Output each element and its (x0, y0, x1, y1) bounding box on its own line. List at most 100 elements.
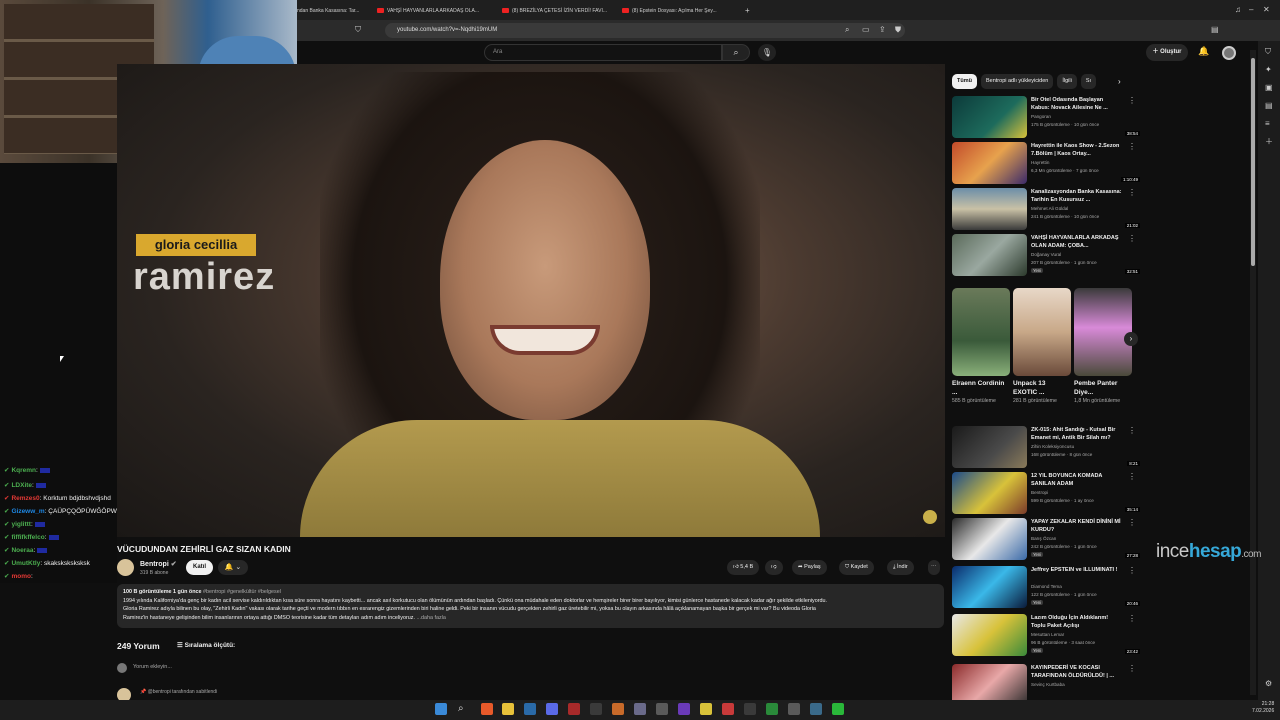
video-thumbnail[interactable] (952, 96, 1027, 138)
app-icon[interactable] (766, 703, 778, 715)
wallet-icon[interactable]: ▣ (1265, 83, 1273, 93)
show-more-link[interactable]: ...daha fazla (416, 615, 445, 621)
minimize-icon[interactable]: – (1249, 5, 1253, 15)
recommended-title[interactable]: YAPAY ZEKALAR KENDİ DİNİNİ Mİ KURDU? (1031, 518, 1123, 534)
video-thumbnail[interactable] (952, 188, 1027, 230)
start-menu-icon[interactable] (435, 703, 447, 715)
browser-tab-active[interactable]: (8) Epstein Dosyası: Açılma Her Şey... (622, 3, 742, 18)
channel-watermark-icon[interactable] (923, 510, 937, 524)
music-icon[interactable]: ♫ (1235, 5, 1241, 15)
video-description[interactable]: 100 B görüntüleme 1 gün önce #bentropi #… (117, 584, 944, 628)
more-actions-button[interactable]: ⋯ (928, 560, 940, 575)
system-clock[interactable]: 21:28 7.02.2026 (1252, 701, 1274, 715)
recommended-video[interactable]: 32:51 VAHŞİ HAYVANLARLA ARKADAŞ OLAN ADAM… (952, 234, 1142, 276)
more-options-icon[interactable]: ⋮ (1128, 566, 1136, 575)
sort-comments-button[interactable]: ☰ Sıralama ölçütü: (177, 641, 235, 649)
recommended-video[interactable]: 1:10:49 Hayrettin ile Kaos Show - 2.Sezon… (952, 142, 1142, 184)
recommended-channel[interactable]: Zihin Koleksiyoncusu (1031, 444, 1074, 449)
more-options-icon[interactable]: ⋮ (1128, 664, 1136, 673)
obs-icon[interactable] (634, 703, 646, 715)
shorts-next-chevron-icon[interactable]: › (1124, 332, 1138, 346)
recommended-channel[interactable]: Diamond Tema (1031, 584, 1062, 589)
account-avatar[interactable] (1222, 46, 1236, 60)
notifications-bell-icon[interactable]: 🔔 (1198, 46, 1209, 57)
discord-icon[interactable] (546, 703, 558, 715)
video-thumbnail[interactable] (952, 234, 1027, 276)
recommended-channel[interactable]: Mesuttan Lemar (1031, 632, 1064, 637)
app-icon[interactable] (700, 703, 712, 715)
video-thumbnail[interactable] (952, 614, 1027, 656)
short-video[interactable]: Elraenn Cordinin ... 585 B görüntüleme (952, 288, 1010, 405)
search-button[interactable]: ⌕ (722, 44, 750, 61)
video-thumbnail[interactable] (952, 142, 1027, 184)
short-thumbnail[interactable] (952, 288, 1010, 376)
video-thumbnail[interactable] (952, 472, 1027, 514)
like-button[interactable]: 👍︎ 5,4 B (727, 560, 760, 575)
channel-avatar[interactable] (117, 559, 134, 576)
screen-icon[interactable]: ▭ (862, 25, 870, 35)
recommended-channel[interactable]: Bentropi (1031, 490, 1048, 495)
app-icon[interactable] (744, 703, 756, 715)
dislike-button[interactable]: 👎︎ (765, 560, 783, 575)
recommended-video[interactable]: 21:02 Kanalizasyondan Banka Kasasına: Tar… (952, 188, 1142, 230)
more-options-icon[interactable]: ⋮ (1128, 188, 1136, 197)
save-button[interactable]: ⛉ Kaydet (839, 560, 874, 575)
short-video[interactable]: Pembe Panter Diye... 1,8 Mn görüntüleme (1074, 288, 1132, 405)
history-icon[interactable]: ▤ (1265, 101, 1273, 111)
more-options-icon[interactable]: ⋮ (1128, 142, 1136, 151)
brave-browser-icon[interactable] (481, 703, 493, 715)
video-thumbnail[interactable] (952, 426, 1027, 468)
search-input[interactable]: Ara (484, 44, 722, 61)
short-video[interactable]: Unpack 13 EXOTIC ... 281 B görüntüleme (1013, 288, 1071, 405)
more-options-icon[interactable]: ⋮ (1128, 96, 1136, 105)
browser-tab[interactable]: VAHŞİ HAYVANLARLA ARKADAŞ OLA... (377, 3, 507, 18)
steam-icon[interactable] (524, 703, 536, 715)
share-button[interactable]: ➦ Paylaş (792, 560, 827, 575)
recommended-channel[interactable]: Sevinç Kurtbaba (1031, 682, 1065, 687)
recommended-channel[interactable]: Mehmet Ali Güldal (1031, 206, 1068, 211)
file-explorer-icon[interactable] (502, 703, 514, 715)
subscribe-bell-button[interactable]: 🔔 ⌄ (218, 560, 248, 575)
more-options-icon[interactable]: ⋮ (1128, 426, 1136, 435)
short-thumbnail[interactable] (1074, 288, 1132, 376)
extension-icon[interactable]: ✦ (1265, 65, 1272, 75)
search-taskbar-icon[interactable]: ⌕ (458, 703, 470, 715)
recommended-video[interactable]: 20:46 Jeffrey EPSTEIN ve ILLUMINATI ! Diam… (952, 566, 1142, 608)
short-title[interactable]: Pembe Panter Diye... (1074, 379, 1132, 397)
bookmark-icon[interactable]: ⛉ (355, 25, 361, 35)
shield-icon[interactable]: ⛊ (895, 25, 901, 35)
video-thumbnail[interactable] (952, 518, 1027, 560)
more-options-icon[interactable]: ⋮ (1128, 614, 1136, 623)
scrollbar-thumb[interactable] (1251, 58, 1255, 266)
chevron-right-icon[interactable]: › (1118, 77, 1121, 86)
settings-gear-icon[interactable]: ⚙ (1265, 679, 1272, 689)
recommended-title[interactable]: 12 YIL BOYUNCA KOMADA SANILAN ADAM (1031, 472, 1123, 488)
recommended-title[interactable]: Jeffrey EPSTEIN ve ILLUMINATI ! (1031, 566, 1123, 574)
recommended-title[interactable]: Lazım Olduğu İçin Aldıklarım! Toplu Pake… (1031, 614, 1123, 630)
app-icon[interactable] (788, 703, 800, 715)
recommended-video[interactable]: 23:42 Lazım Olduğu İçin Aldıklarım! Toplu… (952, 614, 1142, 656)
recommended-channel[interactable]: Doğanay Vural (1031, 252, 1061, 257)
short-title[interactable]: Unpack 13 EXOTIC ... (1013, 379, 1071, 397)
channel-name[interactable]: Bentropi ✔ (140, 560, 177, 568)
close-icon[interactable]: ✕ (1263, 5, 1270, 15)
zoom-icon[interactable]: ⌕ (845, 25, 849, 35)
video-thumbnail[interactable] (952, 566, 1027, 608)
more-options-icon[interactable]: ⋮ (1128, 234, 1136, 243)
create-button[interactable]: ＋ Oluştur (1146, 44, 1188, 61)
more-options-icon[interactable]: ⋮ (1128, 472, 1136, 481)
join-button[interactable]: Katıl (186, 560, 213, 575)
recommended-video[interactable]: 38:54 Bir Otel Odasında Başlayan Kabus: N… (952, 96, 1142, 138)
recommended-video[interactable]: 27:28 YAPAY ZEKALAR KENDİ DİNİNİ Mİ KURDU… (952, 518, 1142, 560)
short-title[interactable]: Elraenn Cordinin ... (952, 379, 1010, 397)
recommended-title[interactable]: Bir Otel Odasında Başlayan Kabus: Novack… (1031, 96, 1123, 112)
recommended-channel[interactable]: Pangoran (1031, 114, 1051, 119)
app-icon[interactable] (612, 703, 624, 715)
recommended-video[interactable]: 8:21 ZK-015: Ahit Sandığı - Kutsal Bir Em… (952, 426, 1142, 468)
recommended-title[interactable]: ZK-015: Ahit Sandığı - Kutsal Bir Emanet… (1031, 426, 1123, 442)
voice-search-button[interactable]: 🎙 (758, 44, 776, 61)
recommended-channel[interactable]: Barış Özcan (1031, 536, 1056, 541)
recommended-video[interactable]: 35:14 12 YIL BOYUNCA KOMADA SANILAN ADAM B… (952, 472, 1142, 514)
recommended-title[interactable]: VAHŞİ HAYVANLARLA ARKADAŞ OLAN ADAM: ÇOB… (1031, 234, 1123, 250)
sidebar-icon[interactable]: ▤ (1211, 25, 1219, 35)
